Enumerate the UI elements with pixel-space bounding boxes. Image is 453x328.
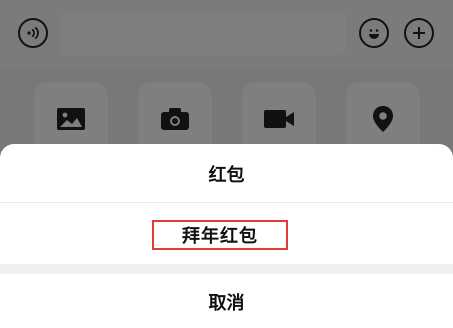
sheet-gap-band: [0, 264, 453, 274]
action-sheet: 红包 拜年红包 取消: [0, 144, 453, 328]
sheet-divider: [0, 202, 453, 203]
cancel-button[interactable]: 取消: [0, 290, 453, 318]
bainian-hongbao-option[interactable]: 拜年红包: [152, 220, 288, 250]
bainian-hongbao-label: 拜年红包: [182, 226, 258, 247]
hongbao-option[interactable]: 红包: [0, 162, 453, 190]
